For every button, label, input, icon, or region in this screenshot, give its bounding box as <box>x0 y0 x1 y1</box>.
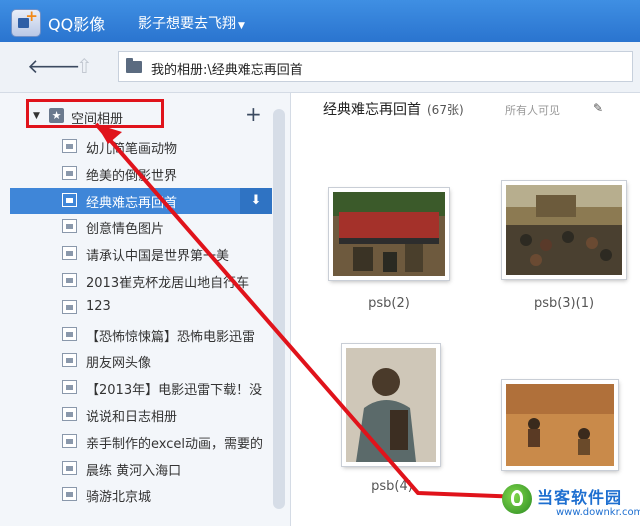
watermark-name: 当客软件园 <box>537 488 623 507</box>
annotation-arrow <box>94 122 523 499</box>
watermark: 当客软件园 www.downkr.com <box>500 478 640 526</box>
downkr-logo-icon <box>502 484 532 514</box>
watermark-url: www.downkr.com <box>556 507 640 518</box>
